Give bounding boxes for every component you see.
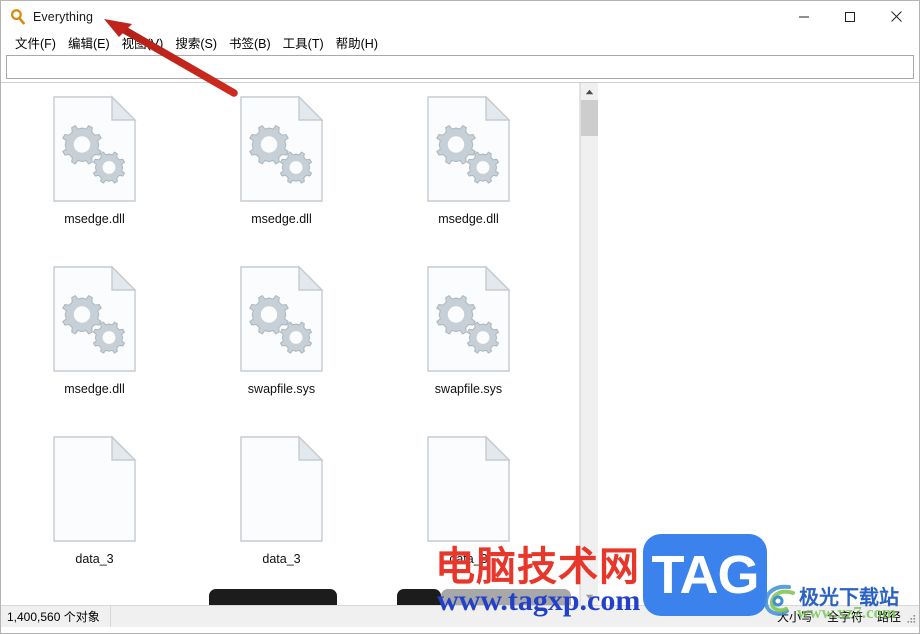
- menu-item-search[interactable]: 搜索(S): [169, 32, 223, 54]
- file-item[interactable]: swapfile.sys: [375, 261, 562, 431]
- file-item[interactable]: swapfile.sys: [188, 261, 375, 431]
- vertical-scrollbar[interactable]: [580, 83, 598, 605]
- chevron-up-icon: [585, 89, 594, 94]
- scroll-down-button[interactable]: [581, 588, 598, 605]
- file-label: data_3: [449, 552, 488, 566]
- file-item-clipped[interactable]: [441, 589, 571, 605]
- scroll-up-button[interactable]: [581, 83, 598, 100]
- file-item[interactable]: msedge.dll: [188, 91, 375, 261]
- file-item[interactable]: msedge.dll: [375, 91, 562, 261]
- window-controls: [781, 1, 919, 32]
- file-label: swapfile.sys: [247, 382, 316, 396]
- content-area: msedge.dll msedge.dll msedge.dll msedge.…: [1, 82, 919, 605]
- status-filter-flags: 大小写 全字符 路径: [777, 606, 901, 627]
- file-item[interactable]: msedge.dll: [1, 91, 188, 261]
- close-icon: [890, 11, 902, 22]
- minimize-icon: [799, 16, 809, 17]
- status-flag-match-case[interactable]: 大小写: [777, 608, 813, 625]
- file-icon-grid: msedge.dll msedge.dll msedge.dll msedge.…: [1, 91, 579, 601]
- file-label: data_3: [75, 552, 114, 566]
- minimize-button[interactable]: [781, 1, 827, 32]
- file-row: data_3 data_3 data_3: [1, 431, 579, 601]
- resize-grip-icon[interactable]: [905, 613, 917, 625]
- file-item[interactable]: data_3: [188, 431, 375, 601]
- blank-file-icon: [427, 435, 511, 542]
- file-list-pane[interactable]: msedge.dll msedge.dll msedge.dll msedge.…: [1, 83, 580, 605]
- gear-file-icon: [53, 265, 137, 372]
- search-input[interactable]: [6, 55, 914, 79]
- menu-item-edit[interactable]: 编辑(E): [62, 32, 116, 54]
- status-bar: 1,400,560 个对象 大小写 全字符 路径: [1, 605, 919, 627]
- window-title: Everything: [33, 9, 94, 24]
- magnifier-icon: [10, 8, 25, 24]
- gear-file-icon: [240, 95, 324, 202]
- maximize-button[interactable]: [827, 1, 873, 32]
- blank-file-icon: [53, 435, 137, 542]
- menu-item-bookmark[interactable]: 书签(B): [223, 32, 277, 54]
- file-label: swapfile.sys: [434, 382, 503, 396]
- menu-item-tools[interactable]: 工具(T): [277, 32, 330, 54]
- file-item[interactable]: data_3: [1, 431, 188, 601]
- title-bar: Everything: [1, 1, 919, 32]
- menu-item-view[interactable]: 视图(V): [116, 32, 170, 54]
- file-label: msedge.dll: [438, 212, 499, 226]
- file-label: msedge.dll: [64, 382, 125, 396]
- chevron-down-icon: [585, 594, 594, 599]
- gear-file-icon: [427, 265, 511, 372]
- close-button[interactable]: [873, 1, 919, 32]
- file-item[interactable]: msedge.dll: [1, 261, 188, 431]
- maximize-icon: [845, 11, 855, 22]
- status-flag-path[interactable]: 路径: [877, 608, 901, 625]
- file-label: data_3: [262, 552, 301, 566]
- gear-file-icon: [53, 95, 137, 202]
- menu-item-file[interactable]: 文件(F): [9, 32, 62, 54]
- blank-file-icon: [240, 435, 324, 542]
- scroll-thumb[interactable]: [581, 100, 598, 136]
- file-label: msedge.dll: [64, 212, 125, 226]
- file-item-clipped[interactable]: [397, 589, 441, 605]
- gear-file-icon: [240, 265, 324, 372]
- file-item[interactable]: data_3: [375, 431, 562, 601]
- everything-window: Everything 文件(F) 编辑(E) 视图(V) 搜索(S) 书签(B)…: [0, 0, 920, 634]
- menu-bar: 文件(F) 编辑(E) 视图(V) 搜索(S) 书签(B) 工具(T) 帮助(H…: [1, 32, 919, 53]
- file-item-clipped[interactable]: [209, 589, 337, 605]
- gear-file-icon: [427, 95, 511, 202]
- menu-item-help[interactable]: 帮助(H): [330, 32, 384, 54]
- search-bar: [1, 53, 919, 82]
- status-flag-whole-word[interactable]: 全字符: [827, 608, 863, 625]
- empty-right-pane: [598, 83, 919, 605]
- file-row: msedge.dll: [1, 261, 579, 431]
- file-label: msedge.dll: [251, 212, 312, 226]
- file-row: msedge.dll: [1, 91, 579, 261]
- status-object-count: 1,400,560 个对象: [1, 606, 111, 627]
